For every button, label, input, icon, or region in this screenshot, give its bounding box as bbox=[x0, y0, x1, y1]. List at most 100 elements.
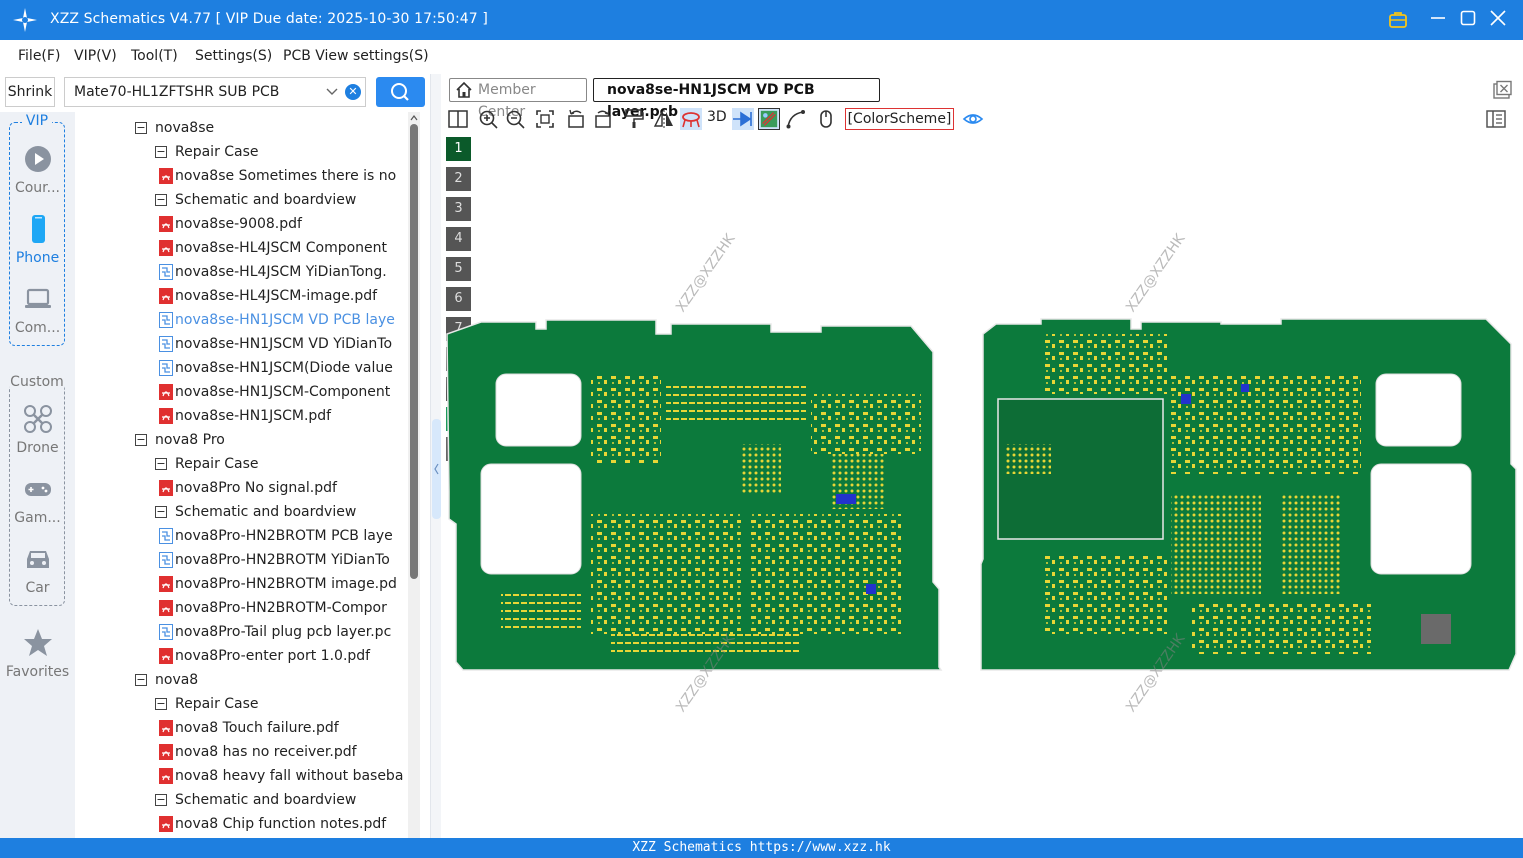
tree-item-label: nova8se-HL4JSCM YiDianTong. bbox=[175, 264, 387, 280]
mirror-icon[interactable] bbox=[653, 108, 675, 130]
net-highlight-icon[interactable] bbox=[680, 108, 702, 130]
tree-file-row[interactable]: nova8Pro-HN2BROTM PCB laye bbox=[75, 524, 408, 548]
layer-button-6[interactable]: 6 bbox=[446, 287, 471, 311]
brush-icon[interactable] bbox=[623, 108, 645, 130]
tree-scrollbar[interactable] bbox=[408, 112, 420, 838]
trace-icon[interactable] bbox=[785, 108, 807, 130]
tree-folder-row[interactable]: − Schematic and boardview bbox=[75, 788, 408, 812]
collapse-toggle-icon[interactable]: − bbox=[155, 146, 167, 158]
tree-file-row[interactable]: nova8se-HN1JSCM(Diode value bbox=[75, 356, 408, 380]
zoom-in-icon[interactable] bbox=[477, 108, 499, 130]
tree-file-row[interactable]: nova8se-9008.pdf bbox=[75, 212, 408, 236]
tree-file-row[interactable]: nova8se Sometimes there is no bbox=[75, 164, 408, 188]
splitter-grip[interactable] bbox=[432, 419, 441, 519]
panel-splitter[interactable] bbox=[430, 74, 441, 838]
sidebar-item-phone[interactable]: Phone bbox=[0, 214, 75, 266]
layer-button-3[interactable]: 3 bbox=[446, 197, 471, 221]
tree-file-row[interactable]: nova8Pro-HN2BROTM YiDianTo bbox=[75, 548, 408, 572]
tree-folder-row[interactable]: − Repair Case bbox=[75, 140, 408, 164]
collapse-toggle-icon[interactable]: − bbox=[155, 794, 167, 806]
status-footer: XZZ Schematics https://www.xzz.hk bbox=[0, 838, 1523, 858]
vip-bag-icon[interactable] bbox=[1388, 11, 1408, 29]
sidebar-item-favorites[interactable]: Favorites bbox=[0, 628, 75, 680]
tree-item-label: nova8 Pro bbox=[155, 432, 225, 448]
collapse-toggle-icon[interactable]: − bbox=[155, 698, 167, 710]
tree-file-row[interactable]: nova8se-HL4JSCM YiDianTong. bbox=[75, 260, 408, 284]
sidebar-item-drone[interactable]: Drone bbox=[0, 404, 75, 456]
tab-member-center[interactable]: Member Center bbox=[449, 78, 587, 120]
tree-file-row[interactable]: nova8 Touch failure.pdf bbox=[75, 716, 408, 740]
tree-file-row[interactable]: nova8se-HL4JSCM-image.pdf bbox=[75, 284, 408, 308]
tree-file-row[interactable]: nova8Pro No signal.pdf bbox=[75, 476, 408, 500]
pdf-file-icon bbox=[159, 480, 173, 496]
tree-folder-row[interactable]: − Schematic and boardview bbox=[75, 188, 408, 212]
tree-file-row[interactable]: nova8se-HN1JSCM VD YiDianTo bbox=[75, 332, 408, 356]
tree-file-row[interactable]: nova8 heavy fall without baseba bbox=[75, 764, 408, 788]
tree-file-row[interactable]: nova8Pro-enter port 1.0.pdf bbox=[75, 644, 408, 668]
collapse-toggle-icon[interactable]: − bbox=[155, 194, 167, 206]
tree-file-row[interactable]: nova8Pro-HN2BROTM-Compor bbox=[75, 596, 408, 620]
sidebar-item-car[interactable]: Car bbox=[0, 544, 75, 596]
arrow-icon[interactable] bbox=[732, 108, 754, 130]
collapse-toggle-icon[interactable]: − bbox=[135, 122, 147, 134]
tree-folder-row[interactable]: − nova8 bbox=[75, 668, 408, 692]
tree-file-row[interactable]: nova8Pro-Tail plug pcb layer.pc bbox=[75, 620, 408, 644]
eye-icon[interactable] bbox=[962, 108, 984, 130]
menu-tool[interactable]: Tool(T) bbox=[131, 48, 178, 64]
tree-folder-row[interactable]: − Schematic and boardview bbox=[75, 500, 408, 524]
tree-file-row[interactable]: nova8Pro-HN2BROTM image.pd bbox=[75, 572, 408, 596]
sidebar-item-computer[interactable]: Com... bbox=[0, 284, 75, 336]
menu-pcb-view-settings[interactable]: PCB View settings(S) bbox=[283, 48, 429, 64]
chevron-down-icon[interactable] bbox=[325, 78, 339, 116]
tree-folder-row[interactable]: − nova8se bbox=[75, 116, 408, 140]
rotate-left-icon[interactable] bbox=[565, 108, 587, 130]
layer-button-1[interactable]: 1 bbox=[446, 137, 471, 161]
tree-folder-row[interactable]: − Repair Case bbox=[75, 692, 408, 716]
close-tab-icon[interactable] bbox=[1492, 80, 1512, 100]
zoom-out-icon[interactable] bbox=[504, 108, 526, 130]
close-button[interactable] bbox=[1488, 10, 1508, 30]
collapse-toggle-icon[interactable]: − bbox=[155, 458, 167, 470]
side-panel-icon[interactable] bbox=[1485, 108, 1507, 130]
layer-button-5[interactable]: 5 bbox=[446, 257, 471, 281]
tree-file-row[interactable]: nova8 Chip function notes.pdf bbox=[75, 812, 408, 836]
tree-file-row[interactable]: nova8se-HN1JSCM VD PCB laye bbox=[75, 308, 408, 332]
chevron-left-icon[interactable] bbox=[432, 419, 441, 519]
menu-vip[interactable]: VIP(V) bbox=[74, 48, 117, 64]
sidebar-item-courses[interactable]: Cour... bbox=[0, 144, 75, 196]
watermark: XZZ@XZZHK bbox=[1123, 231, 1189, 316]
fit-icon[interactable] bbox=[534, 108, 556, 130]
collapse-toggle-icon[interactable]: − bbox=[135, 434, 147, 446]
clear-icon[interactable]: ✕ bbox=[345, 84, 361, 100]
tree-file-row[interactable]: nova8se-HN1JSCM.pdf bbox=[75, 404, 408, 428]
menu-file[interactable]: File(F) bbox=[18, 48, 60, 64]
shrink-button[interactable]: Shrink bbox=[5, 77, 55, 107]
tree-item-label: nova8Pro-HN2BROTM YiDianTo bbox=[175, 552, 390, 568]
layer-button-2[interactable]: 2 bbox=[446, 167, 471, 191]
pcb-board-view[interactable] bbox=[441, 314, 1523, 674]
tree-folder-row[interactable]: − nova8 Pro bbox=[75, 428, 408, 452]
mouse-icon[interactable] bbox=[815, 108, 837, 130]
search-icon bbox=[391, 83, 409, 101]
menu-settings[interactable]: Settings(S) bbox=[195, 48, 272, 64]
tree-file-row[interactable]: nova8se-HN1JSCM-Component bbox=[75, 380, 408, 404]
layer-button-4[interactable]: 4 bbox=[446, 227, 471, 251]
collapse-toggle-icon[interactable]: − bbox=[155, 506, 167, 518]
tab-active-file[interactable]: nova8se-HN1JSCM VD PCB layer.pcb bbox=[593, 78, 880, 120]
scrollbar-thumb[interactable] bbox=[410, 124, 418, 579]
model-dropdown[interactable]: Mate70-HL1ZFTSHR SUB PCB ✕ bbox=[64, 77, 366, 107]
scroll-up-icon[interactable] bbox=[409, 113, 419, 123]
tree-folder-row[interactable]: − Repair Case bbox=[75, 452, 408, 476]
color-scheme-button[interactable]: [ColorScheme] bbox=[845, 108, 954, 130]
sidebar-item-games[interactable]: Gam... bbox=[0, 474, 75, 526]
three-d-button[interactable]: 3D bbox=[707, 109, 727, 125]
pcb-view-icon[interactable] bbox=[758, 108, 780, 130]
tree-file-row[interactable]: nova8 has no receiver.pdf bbox=[75, 740, 408, 764]
split-view-icon[interactable] bbox=[447, 108, 469, 130]
collapse-toggle-icon[interactable]: − bbox=[135, 674, 147, 686]
search-button[interactable] bbox=[376, 77, 425, 107]
rotate-right-icon[interactable] bbox=[592, 108, 614, 130]
maximize-button[interactable] bbox=[1458, 10, 1478, 30]
minimize-button[interactable] bbox=[1428, 10, 1448, 30]
tree-file-row[interactable]: nova8se-HL4JSCM Component bbox=[75, 236, 408, 260]
